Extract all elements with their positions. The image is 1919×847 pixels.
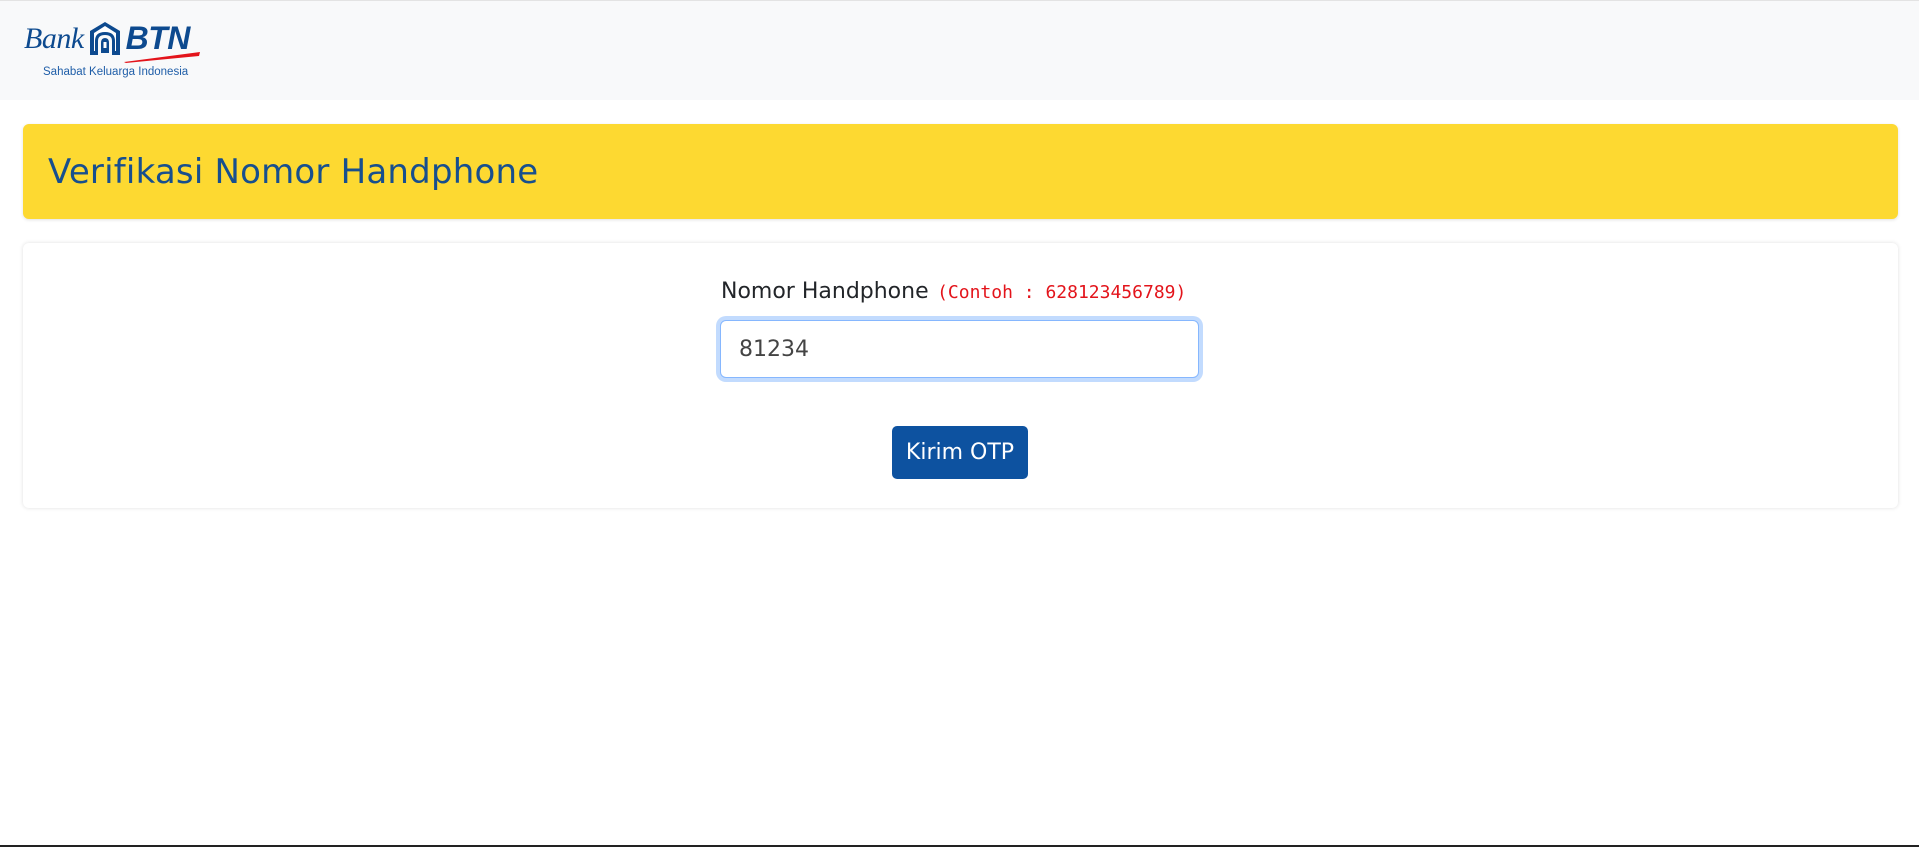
send-otp-button[interactable]: Kirim OTP (892, 426, 1028, 479)
logo-swoosh-icon (123, 52, 200, 63)
top-navbar: Bank BTN Sahabat Keluarga Indonesia (0, 1, 1919, 100)
logo-tagline: Sahabat Keluarga Indonesia (43, 66, 189, 78)
page-title: Verifikasi Nomor Handphone (48, 152, 539, 192)
logo-bank-text: Bank (24, 22, 84, 55)
phone-label: Nomor Handphone (721, 279, 929, 304)
logo-btn-wrap: BTN (123, 19, 200, 63)
house-icon (89, 22, 120, 55)
phone-format-hint: (Contoh : 628123456789) (937, 282, 1187, 303)
phone-verification-form: Nomor Handphone (Contoh : 628123456789) … (23, 243, 1898, 508)
phone-label-row: Nomor Handphone (Contoh : 628123456789) (721, 279, 1186, 304)
logo-wordmark: Bank BTN (24, 19, 224, 63)
bank-btn-logo[interactable]: Bank BTN Sahabat Keluarga Indonesia (24, 19, 224, 83)
page-header-card: Verifikasi Nomor Handphone (23, 124, 1898, 219)
phone-number-input[interactable] (720, 320, 1199, 378)
